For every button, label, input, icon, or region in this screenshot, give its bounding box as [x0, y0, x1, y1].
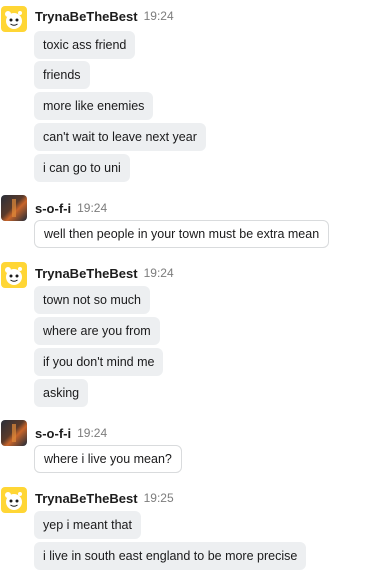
timestamp: 19:24 [143, 9, 174, 23]
username[interactable]: s-o-f-i [35, 426, 71, 441]
message-header: TrynaBeTheBest 19:24 [35, 263, 174, 283]
username[interactable]: TrynaBeTheBest [35, 491, 138, 506]
timestamp: 19:25 [143, 491, 174, 505]
message-bubble: town not so much [34, 286, 150, 314]
timestamp: 19:24 [143, 266, 174, 280]
photo-avatar-icon[interactable] [1, 420, 27, 446]
message-header: s-o-f-i 19:24 [35, 198, 107, 218]
snoo-avatar-icon[interactable] [1, 262, 27, 288]
username[interactable]: TrynaBeTheBest [35, 266, 138, 281]
message-header: TrynaBeTheBest 19:24 [35, 6, 174, 26]
snoo-avatar-icon[interactable] [1, 6, 27, 32]
chat-thread: TrynaBeTheBest 19:24 toxic ass friend fr… [0, 0, 391, 575]
message-bubble: i live in south east england to be more … [34, 542, 307, 570]
message-header: s-o-f-i 19:24 [35, 423, 107, 443]
message-bubble: if you don't mind me [34, 348, 164, 376]
message-bubble: friends [34, 61, 90, 89]
message-bubble: where are you from [34, 317, 160, 345]
message-bubble: toxic ass friend [34, 31, 136, 59]
message-header: TrynaBeTheBest 19:25 [35, 488, 174, 508]
username[interactable]: TrynaBeTheBest [35, 9, 138, 24]
message-bubble: well then people in your town must be ex… [34, 220, 330, 248]
message-bubble: can't wait to leave next year [34, 123, 206, 151]
message-bubble: asking [34, 379, 89, 407]
timestamp: 19:24 [77, 426, 108, 440]
timestamp: 19:24 [77, 201, 108, 215]
snoo-avatar-icon[interactable] [1, 487, 27, 513]
message-bubble: yep i meant that [34, 511, 141, 539]
username[interactable]: s-o-f-i [35, 201, 71, 216]
photo-avatar-icon[interactable] [1, 195, 27, 221]
message-bubble: more like enemies [34, 92, 154, 120]
message-bubble: where i live you mean? [34, 445, 182, 473]
message-bubble: i can go to uni [34, 154, 130, 182]
